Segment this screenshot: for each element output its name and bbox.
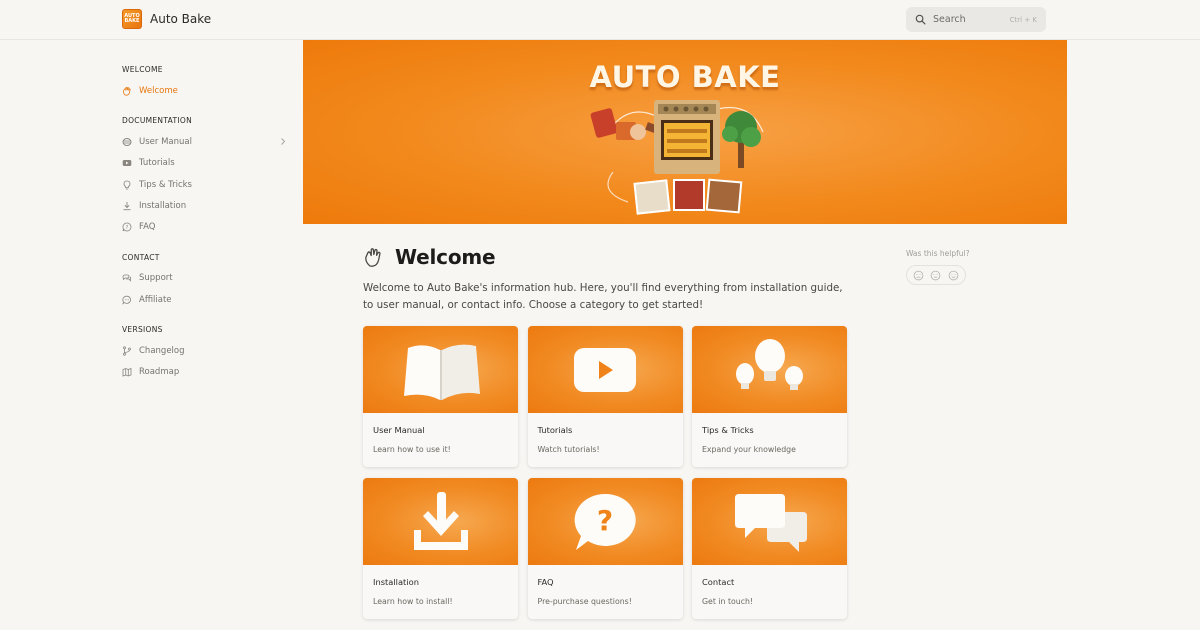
sidebar-item-label: User Manual (139, 136, 192, 147)
sidebar-item-label: Tutorials (139, 158, 175, 169)
feedback-label: Was this helpful? (906, 249, 970, 258)
card-image (692, 326, 847, 413)
card-title: Tutorials (537, 425, 573, 435)
chat-bubbles-icon (734, 493, 807, 552)
feedback-widget: Was this helpful? (906, 249, 970, 285)
card-contact[interactable]: Contact Get in touch! (692, 478, 847, 619)
sidebar-item-faq[interactable]: ? FAQ (122, 216, 292, 237)
card-description: Expand your knowledge (702, 445, 796, 454)
svg-text:?: ? (126, 225, 129, 231)
card-description: Get in touch! (702, 597, 754, 606)
card-image (363, 478, 518, 565)
play-button-icon (574, 347, 636, 392)
card-title: Tips & Tricks (702, 425, 754, 435)
card-title: Installation (373, 577, 419, 587)
card-title: FAQ (537, 577, 554, 587)
card-title: User Manual (373, 425, 425, 435)
happy-face-icon[interactable] (948, 270, 959, 281)
nav-section-documentation: DOCUMENTATION User Manual Tutorials Tips… (122, 111, 292, 237)
nav-section-contact: CONTACT Support Affiliate (122, 248, 292, 311)
nav-heading: VERSIONS (122, 325, 163, 335)
card-image (363, 326, 518, 413)
book-icon (122, 137, 132, 146)
chevron-right-icon[interactable] (279, 137, 287, 146)
sidebar-item-affiliate[interactable]: Affiliate (122, 289, 292, 310)
nav-heading: CONTACT (122, 252, 160, 262)
sidebar-item-roadmap[interactable]: Roadmap (122, 362, 292, 383)
question-bubble-icon: ? (574, 493, 636, 550)
page-title: Welcome (395, 245, 496, 269)
card-description: Learn how to use it! (373, 445, 451, 454)
feedback-options (906, 265, 966, 285)
card-description: Pre-purchase questions! (537, 597, 632, 606)
card-tutorials[interactable]: Tutorials Watch tutorials! (527, 326, 683, 467)
support-icon (122, 275, 132, 283)
intro-text: Welcome to Auto Bake's information hub. … (363, 282, 843, 311)
brand[interactable]: AUTO BAKE Auto Bake (122, 9, 211, 29)
sidebar-item-label: Roadmap (139, 367, 180, 378)
search-shortcut: Ctrl + K (1009, 15, 1037, 24)
sidebar-item-user-manual[interactable]: User Manual (122, 131, 292, 152)
lightbulb-icon (123, 180, 131, 189)
card-image: ? (527, 478, 683, 565)
hero-banner: AUTO BAKE (303, 40, 1067, 224)
sidebar-item-tips-tricks[interactable]: Tips & Tricks (122, 174, 292, 195)
sidebar-item-label: FAQ (139, 222, 156, 233)
sidebar-item-label: Changelog (139, 346, 185, 357)
sidebar-item-label: Support (139, 273, 173, 284)
oven-illustration (590, 100, 764, 215)
sidebar-item-label: Affiliate (139, 294, 172, 305)
nav-section-welcome: WELCOME Welcome (122, 60, 292, 101)
card-title: Contact (702, 577, 735, 587)
search-label: Search (933, 14, 966, 25)
card-image (692, 478, 847, 565)
map-icon (122, 368, 132, 377)
neutral-face-icon[interactable] (930, 270, 941, 281)
brand-logo: AUTO BAKE (122, 9, 142, 29)
brand-name: Auto Bake (150, 12, 212, 26)
sidebar-item-label: Installation (139, 200, 187, 211)
category-grid: User Manual Learn how to use it! Tutoria… (363, 326, 847, 619)
nav-section-versions: VERSIONS Changelog Roadmap (122, 320, 292, 383)
question-bubble-icon: ? (122, 222, 132, 232)
card-user-manual[interactable]: User Manual Learn how to use it! (363, 326, 518, 467)
card-tips-tricks[interactable]: Tips & Tricks Expand your knowledge (692, 326, 847, 467)
youtube-icon (122, 160, 132, 167)
git-branch-icon (123, 346, 131, 356)
search-button[interactable]: Search Ctrl + K (906, 7, 1046, 32)
sidebar-item-installation[interactable]: Installation (122, 195, 292, 216)
sidebar: WELCOME Welcome DOCUMENTATION User Manua… (122, 60, 292, 393)
sidebar-item-support[interactable]: Support (122, 268, 292, 289)
waving-hand-icon (123, 86, 131, 96)
open-book-icon (403, 344, 480, 400)
card-description: Watch tutorials! (537, 445, 600, 454)
sad-face-icon[interactable] (913, 270, 924, 281)
lightbulbs-icon (735, 338, 803, 390)
sidebar-item-tutorials[interactable]: Tutorials (122, 153, 292, 174)
sidebar-item-welcome[interactable]: Welcome (122, 80, 292, 101)
sidebar-item-changelog[interactable]: Changelog (122, 340, 292, 361)
download-icon (123, 201, 131, 210)
main-content: Welcome Welcome to Auto Bake's informati… (363, 240, 853, 314)
search-icon (915, 14, 926, 25)
banner-title: AUTO BAKE (589, 60, 781, 94)
svg-text:?: ? (597, 504, 613, 537)
nav-heading: DOCUMENTATION (122, 116, 192, 126)
waving-hand-icon (365, 248, 381, 267)
download-arrow-icon (413, 491, 468, 550)
sidebar-item-label: Tips & Tricks (139, 179, 192, 190)
chat-icon (122, 295, 131, 305)
sidebar-item-label: Welcome (139, 85, 178, 96)
page-title-row: Welcome (363, 240, 853, 274)
card-faq[interactable]: ? FAQ Pre-purchase questions! (527, 478, 683, 619)
card-image (527, 326, 683, 413)
top-bar: AUTO BAKE Auto Bake Search Ctrl + K (0, 0, 1200, 40)
nav-heading: WELCOME (122, 65, 163, 74)
card-installation[interactable]: Installation Learn how to install! (363, 478, 518, 619)
card-description: Learn how to install! (373, 597, 453, 606)
